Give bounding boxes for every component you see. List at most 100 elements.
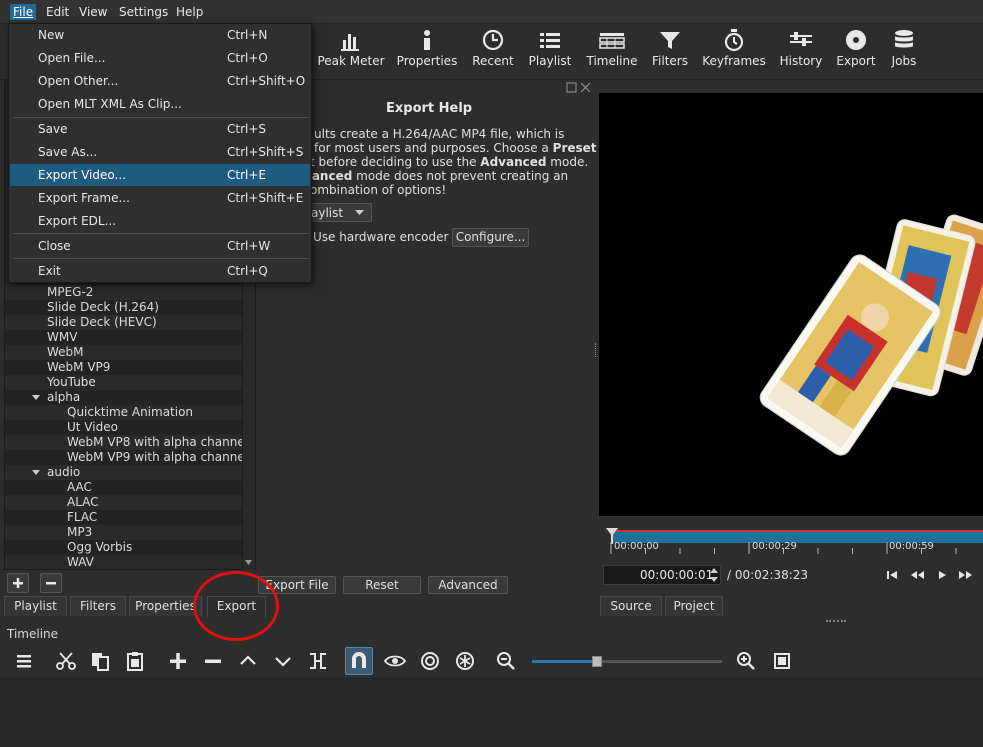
preset-item[interactable]: WebM VP9 with alpha channel: [5, 450, 248, 465]
preset-item[interactable]: WebM VP9: [5, 360, 243, 375]
preset-item[interactable]: MPEG-2: [5, 285, 243, 300]
menu-file[interactable]: File: [10, 4, 37, 20]
advanced-button[interactable]: Advanced: [428, 576, 508, 594]
preset-label: Ut Video: [67, 420, 118, 434]
copy-icon[interactable]: [89, 650, 111, 672]
timeline-tracks-area[interactable]: [0, 678, 983, 747]
file-menu-item[interactable]: Save Ctrl+S: [10, 118, 310, 140]
rewind-icon[interactable]: [909, 569, 925, 581]
file-menu-item[interactable]: Open Other... Ctrl+Shift+O: [10, 70, 310, 92]
file-menu-item[interactable]: New Ctrl+N: [10, 24, 310, 46]
menu-edit[interactable]: Edit: [43, 4, 72, 20]
menu-settings[interactable]: Settings: [116, 4, 171, 20]
add-preset-button[interactable]: [7, 573, 29, 593]
preset-item[interactable]: YouTube: [5, 375, 243, 390]
menu-view[interactable]: View: [76, 4, 110, 20]
split-icon[interactable]: [307, 650, 329, 672]
preset-item[interactable]: ALAC: [5, 495, 243, 510]
preset-category[interactable]: alpha: [5, 390, 243, 405]
expand-arrow-icon[interactable]: [32, 395, 40, 400]
preset-category[interactable]: audio: [5, 465, 243, 480]
fast-forward-icon[interactable]: [958, 569, 974, 581]
preset-item[interactable]: WMV: [5, 330, 243, 345]
expand-arrow-icon[interactable]: [32, 470, 40, 475]
paste-icon[interactable]: [124, 650, 146, 672]
ripple-all-tracks-icon[interactable]: [454, 650, 476, 672]
toolbar-keyframes[interactable]: Keyframes: [700, 28, 768, 76]
zoom-fit-icon[interactable]: [771, 650, 793, 672]
database-icon: [895, 30, 913, 48]
play-icon[interactable]: [936, 569, 948, 581]
preset-item[interactable]: WebM VP8 with alpha channel: [5, 435, 248, 450]
remove-minus-icon[interactable]: [202, 650, 224, 672]
file-menu-item[interactable]: Close Ctrl+W: [10, 235, 310, 257]
preset-item[interactable]: Slide Deck (HEVC): [5, 315, 243, 330]
tab-filters[interactable]: Filters: [70, 596, 126, 616]
append-plus-icon[interactable]: [167, 650, 189, 672]
hw-encoder-label[interactable]: Use hardware encoder: [313, 230, 448, 244]
splitter-grip[interactable]: [595, 343, 598, 357]
preset-item[interactable]: WebM: [5, 345, 243, 360]
preset-label: audio: [47, 465, 81, 479]
preset-item[interactable]: Quicktime Animation: [5, 405, 243, 420]
panel-float-close-icons[interactable]: [566, 82, 592, 93]
scissors-cut-icon[interactable]: [55, 650, 77, 672]
tab-properties[interactable]: Properties: [129, 596, 202, 616]
file-menu-item[interactable]: Open File... Ctrl+O: [10, 47, 310, 69]
timecode-spinner-icon[interactable]: [708, 566, 720, 584]
tab-project[interactable]: Project: [665, 596, 723, 616]
zoom-in-icon[interactable]: [735, 650, 757, 672]
file-menu-item[interactable]: Save As... Ctrl+Shift+S: [10, 141, 310, 163]
toolbar-export[interactable]: Export: [834, 28, 878, 76]
ripple-target-icon[interactable]: [419, 650, 441, 672]
dock-splitter-grip[interactable]: [826, 620, 846, 622]
toolbar-history[interactable]: History: [778, 28, 824, 76]
remove-preset-button[interactable]: [40, 573, 62, 593]
scrub-eye-icon[interactable]: [384, 650, 406, 672]
timeline-toolbar: [0, 645, 983, 677]
scroll-down-arrow-icon[interactable]: [243, 557, 254, 568]
preset-item[interactable]: Ut Video: [5, 420, 243, 435]
skip-to-start-icon[interactable]: [886, 569, 898, 581]
toolbar-properties[interactable]: Properties: [396, 28, 458, 76]
preset-item[interactable]: Ogg Vorbis: [5, 540, 243, 555]
file-menu-item[interactable]: Export EDL...: [10, 210, 310, 232]
snap-toggle-button[interactable]: [345, 647, 373, 675]
menu-item-shortcut: Ctrl+W: [227, 239, 271, 253]
toolbar-jobs[interactable]: Jobs: [886, 28, 922, 76]
toolbar-playlist[interactable]: Playlist: [526, 28, 574, 76]
zoom-slider-track[interactable]: [532, 660, 722, 663]
timecode-value: 00:00:00:01: [640, 568, 714, 582]
toolbar-filters[interactable]: Filters: [648, 28, 692, 76]
reset-button[interactable]: Reset: [343, 576, 421, 594]
menu-item-shortcut: Ctrl+E: [227, 168, 266, 182]
preset-item[interactable]: AAC: [5, 480, 243, 495]
plus-icon: [13, 578, 23, 588]
preset-item[interactable]: Slide Deck (H.264): [5, 300, 243, 315]
toolbar-recent[interactable]: Recent: [469, 28, 517, 76]
zoom-out-icon[interactable]: [495, 650, 517, 672]
tab-playlist[interactable]: Playlist: [4, 596, 67, 616]
preset-item[interactable]: MP3: [5, 525, 243, 540]
preset-item[interactable]: FLAC: [5, 510, 243, 525]
menu-help[interactable]: Help: [173, 4, 206, 20]
info-icon: [424, 30, 430, 50]
zoom-slider-handle[interactable]: [592, 656, 602, 667]
toolbar-peak-meter[interactable]: Peak Meter: [316, 28, 386, 76]
time-ruler[interactable]: 00:00:00 00:00:29 00:00:59: [603, 528, 983, 558]
timecode-field[interactable]: 00:00:00:01: [603, 565, 721, 585]
hamburger-menu-icon[interactable]: [13, 650, 35, 672]
zoom-slider-fill: [532, 660, 596, 663]
overwrite-down-icon[interactable]: [272, 650, 294, 672]
lift-up-icon[interactable]: [237, 650, 259, 672]
tab-source[interactable]: Source: [600, 596, 662, 616]
menu-item-shortcut: Ctrl+Shift+S: [227, 145, 304, 159]
file-menu-item[interactable]: Export Frame... Ctrl+Shift+E: [10, 187, 310, 209]
file-menu-item[interactable]: Open MLT XML As Clip...: [10, 93, 310, 115]
menu-item-shortcut: Ctrl+Shift+E: [227, 191, 304, 205]
toolbar-timeline[interactable]: Timeline: [584, 28, 640, 76]
preset-item[interactable]: WAV: [5, 555, 243, 569]
file-menu-item[interactable]: Export Video... Ctrl+E: [10, 164, 310, 186]
configure-button[interactable]: Configure...: [452, 228, 529, 247]
file-menu-item[interactable]: Exit Ctrl+Q: [10, 260, 310, 282]
